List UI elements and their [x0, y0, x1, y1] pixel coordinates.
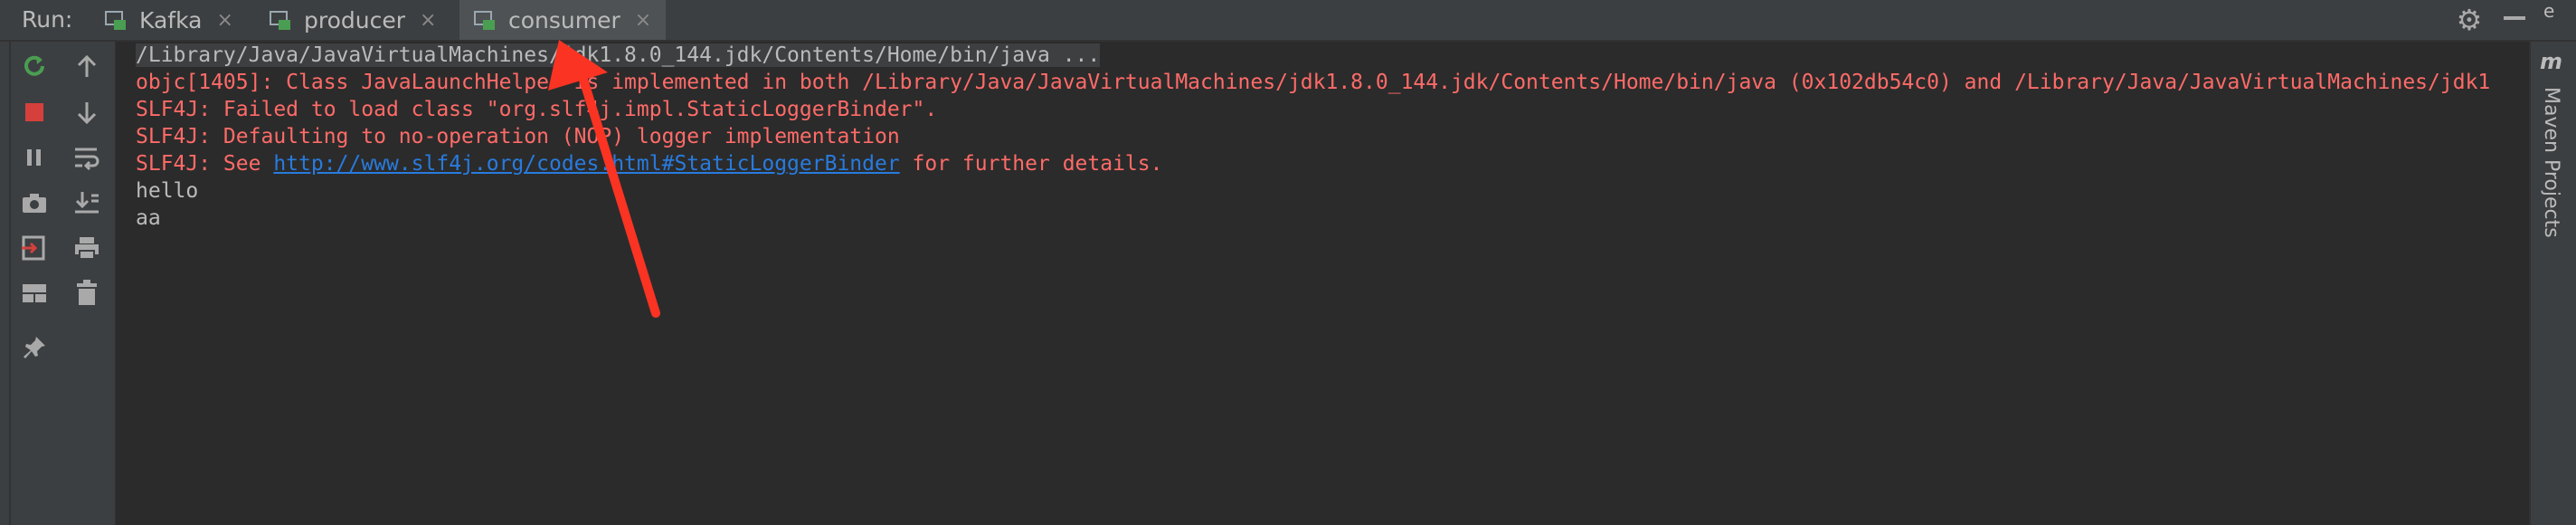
annotation-arrow — [548, 40, 660, 318]
